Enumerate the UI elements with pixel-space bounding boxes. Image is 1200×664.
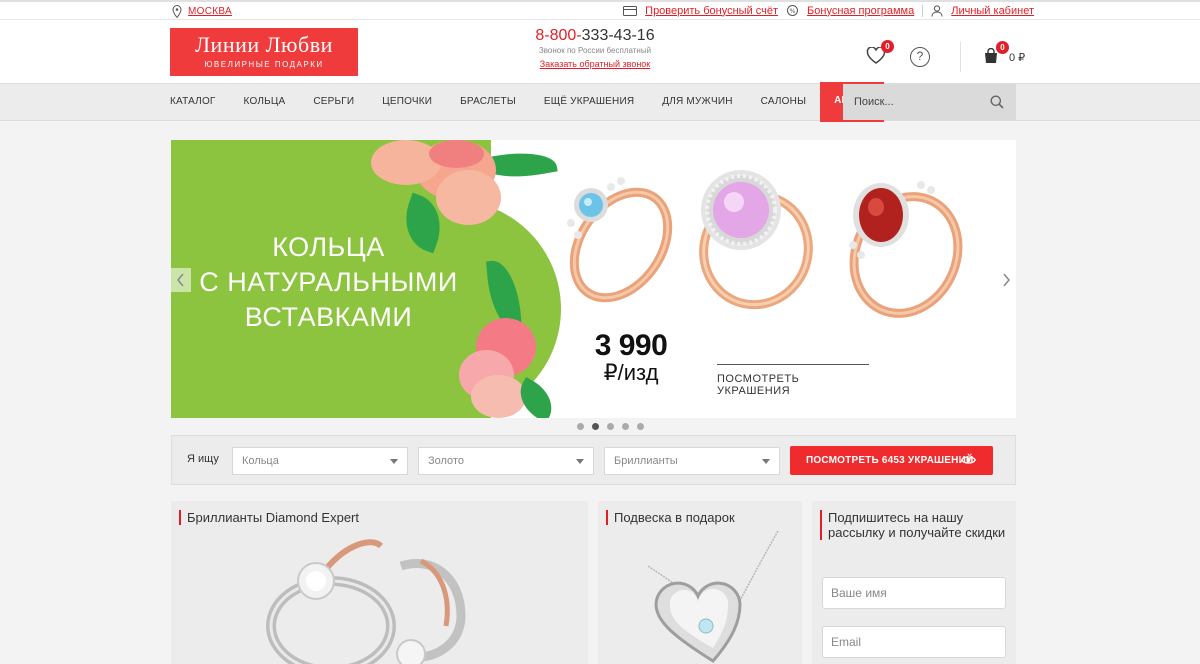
- wishlist-badge: 0: [881, 40, 894, 53]
- view-jewelry-link[interactable]: ПОСМОТРЕТЬ УКРАШЕНИЯ: [717, 364, 869, 397]
- flower-decoration: [471, 375, 526, 418]
- slider-prev-button[interactable]: [171, 268, 191, 292]
- filter-type-value: Кольца: [242, 455, 279, 467]
- chevron-left-icon: [177, 273, 184, 287]
- nav-item-salons[interactable]: САЛОНЫ: [747, 84, 821, 120]
- hero-banner[interactable]: КОЛЬЦА С НАТУРАЛЬНЫМИ ВСТАВКАМИ 3 990 ₽/…: [171, 140, 1016, 418]
- card-title: Бриллианты Diamond Expert: [179, 510, 359, 525]
- ring-topaz-image: [567, 177, 673, 303]
- subscribe-title-line: Подпишитесь на нашу: [828, 510, 964, 525]
- ring-amethyst-image: [699, 170, 813, 310]
- nav-item-catalog[interactable]: КАТАЛОГ: [170, 84, 230, 120]
- card-pendant-gift[interactable]: Подвеска в подарок: [598, 501, 802, 664]
- chevron-down-icon: [762, 459, 770, 464]
- filter-stone-select[interactable]: Бриллианты: [604, 447, 780, 475]
- top-bar: МОСКВА Проверить бонусный счёт % Бонусна…: [0, 0, 1200, 20]
- nav-item-for-men[interactable]: ДЛЯ МУЖЧИН: [648, 84, 746, 120]
- headline-line: С НАТУРАЛЬНЫМИ: [199, 267, 458, 297]
- banner-headline: КОЛЬЦА С НАТУРАЛЬНЫМИ ВСТАВКАМИ: [186, 230, 471, 335]
- filter-metal-select[interactable]: Золото: [418, 447, 594, 475]
- subscribe-name-field[interactable]: Ваше имя: [822, 577, 1006, 609]
- filter-stone-value: Бриллианты: [614, 455, 678, 467]
- filter-label: Я ищу: [187, 453, 219, 465]
- filter-type-select[interactable]: Кольца: [232, 447, 408, 475]
- nav-item-earrings[interactable]: СЕРЬГИ: [299, 84, 368, 120]
- ring-garnet-image: [849, 181, 963, 318]
- chevron-down-icon: [390, 459, 398, 464]
- account-link[interactable]: Личный кабинет: [951, 5, 1034, 17]
- phone-main: 333-43-16: [581, 27, 655, 44]
- nav-menu: КАТАЛОГ КОЛЬЦА СЕРЬГИ ЦЕПОЧКИ БРАСЛЕТЫ Е…: [170, 82, 885, 122]
- bonus-check-link[interactable]: Проверить бонусный счёт: [645, 5, 778, 17]
- subscribe-title-line: рассылку и получайте скидки: [828, 525, 1006, 540]
- slider-dot[interactable]: [622, 423, 629, 430]
- filter-metal-value: Золото: [428, 455, 464, 467]
- user-icon: [931, 4, 943, 17]
- city-selector[interactable]: МОСКВА: [172, 5, 232, 18]
- top-links: Проверить бонусный счёт % Бонусная прогр…: [623, 4, 1034, 17]
- card-title: Подпишитесь на нашу рассылку и получайте…: [820, 510, 1005, 540]
- nav-item-chains[interactable]: ЦЕПОЧКИ: [368, 84, 446, 120]
- divider: [922, 4, 924, 17]
- main-nav: КАТАЛОГ КОЛЬЦА СЕРЬГИ ЦЕПОЧКИ БРАСЛЕТЫ Е…: [0, 82, 1200, 122]
- bonus-refresh-icon: %: [787, 5, 799, 16]
- flower-decoration: [371, 140, 441, 185]
- svg-text:%: %: [790, 8, 796, 15]
- callback-link[interactable]: Заказать обратный звонок: [525, 59, 665, 69]
- card-icon: [623, 5, 638, 16]
- nav-item-bracelets[interactable]: БРАСЛЕТЫ: [446, 84, 530, 120]
- flower-decoration: [429, 140, 484, 168]
- phone-prefix: 8-800-: [535, 27, 582, 44]
- logo[interactable]: Линии Любви ЮВЕЛИРНЫЕ ПОДАРКИ: [170, 28, 358, 76]
- subscribe-email-field[interactable]: Email: [822, 626, 1006, 658]
- search-icon[interactable]: [990, 95, 1004, 109]
- help-button[interactable]: ?: [910, 47, 930, 67]
- cart-button[interactable]: 0: [983, 41, 1009, 66]
- chevron-down-icon: [576, 459, 584, 464]
- show-jewelry-label: ПОСМОТРЕТЬ 6453 УКРАШЕНИЙ: [806, 455, 974, 466]
- slider-next-button[interactable]: [996, 268, 1016, 292]
- logo-subtitle: ЮВЕЛИРНЫЕ ПОДАРКИ: [204, 60, 324, 69]
- banner-price: 3 990 ₽/изд: [581, 330, 681, 384]
- search-input[interactable]: Поиск...: [843, 84, 1016, 120]
- divider: [960, 42, 961, 72]
- headline-line: КОЛЬЦА: [272, 232, 385, 262]
- chevron-right-icon: [1003, 273, 1010, 287]
- cart-badge: 0: [996, 41, 1009, 54]
- slider-dots: [577, 423, 644, 430]
- price-unit: ₽/изд: [603, 360, 659, 385]
- slider-dot[interactable]: [577, 423, 584, 430]
- eye-icon: [961, 456, 976, 464]
- phone-block: 8-800-333-43-16 Звонок по России бесплат…: [525, 27, 665, 69]
- city-name[interactable]: МОСКВА: [188, 6, 232, 17]
- header: Линии Любви ЮВЕЛИРНЫЕ ПОДАРКИ 8-800-333-…: [0, 20, 1200, 83]
- diamond-rings-image: [266, 539, 466, 664]
- nav-item-rings[interactable]: КОЛЬЦА: [230, 84, 300, 120]
- logo-title: Линии Любви: [195, 32, 333, 57]
- slider-dot-active[interactable]: [592, 423, 599, 430]
- cart-sum: 0 ₽: [1009, 51, 1026, 64]
- nav-item-more-jewelry[interactable]: ЕЩЁ УКРАШЕНИЯ: [530, 84, 648, 120]
- show-jewelry-button[interactable]: ПОСМОТРЕТЬ 6453 УКРАШЕНИЙ: [790, 446, 993, 475]
- phone-number[interactable]: 8-800-333-43-16: [525, 27, 665, 45]
- quick-filter: Я ищу Кольца Золото Бриллианты ПОСМОТРЕТ…: [171, 435, 1016, 485]
- slider-dot[interactable]: [637, 423, 644, 430]
- header-icons: 0 ? 0 0 ₽: [866, 40, 1026, 72]
- search-placeholder: Поиск...: [854, 96, 894, 108]
- price-value: 3 990: [594, 329, 668, 362]
- slider-dot[interactable]: [607, 423, 614, 430]
- card-diamond-expert[interactable]: Бриллианты Diamond Expert: [171, 501, 588, 664]
- heart-pendant-image: [647, 530, 779, 663]
- headline-line: ВСТАВКАМИ: [244, 302, 413, 332]
- bonus-program-link[interactable]: Бонусная программа: [807, 5, 914, 17]
- card-title: Подвеска в подарок: [606, 510, 735, 525]
- wishlist-button[interactable]: 0: [866, 40, 894, 67]
- phone-note: Звонок по России бесплатный: [538, 46, 652, 55]
- location-pin-icon: [172, 5, 182, 18]
- flower-decoration: [436, 170, 501, 225]
